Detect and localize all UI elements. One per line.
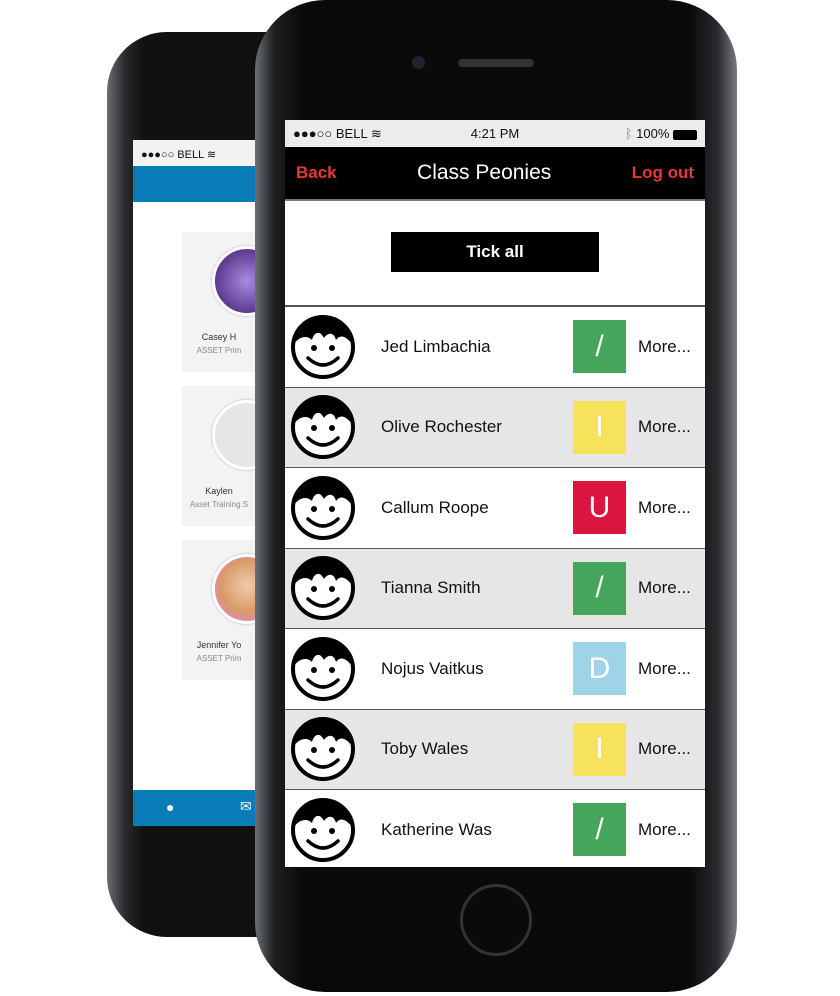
student-name: Olive Rochester (381, 417, 502, 437)
wifi-icon: ≋ (370, 125, 382, 141)
child-face-icon (291, 395, 355, 460)
more-button[interactable]: More... (626, 578, 705, 598)
card-name: Kaylen (205, 486, 233, 496)
more-button[interactable]: More... (626, 337, 705, 357)
child-face-icon (291, 314, 355, 379)
student-row: Olive Rochester I More... (285, 387, 705, 468)
carrier: ●●●○○ BELL (141, 149, 204, 161)
student-list: Jed Limbachia / More... Olive Rochester … (285, 307, 705, 867)
attendance-mark-button[interactable]: D (573, 642, 626, 696)
student-name: Tianna Smith (381, 578, 481, 598)
front-phone-screen: ●●●○○ BELL ≋ 4:21 PM ᛒ 100% Back Class P… (285, 120, 705, 867)
child-face-icon (291, 797, 355, 862)
student-row: Tianna Smith / More... (285, 548, 705, 629)
home-button[interactable] (460, 884, 532, 956)
tick-all-button[interactable]: Tick all (391, 232, 599, 272)
student-row: Callum Roope U More... (285, 468, 705, 549)
child-face-icon (291, 636, 355, 701)
nav-bar: Back Class Peonies Log out (285, 147, 705, 201)
more-button[interactable]: More... (626, 739, 705, 759)
card-name: Casey H (201, 332, 237, 342)
back-tab-bar: ● ✉ (133, 790, 273, 826)
back-button[interactable]: Back (296, 163, 337, 183)
mail-icon[interactable]: ✉ (240, 798, 252, 815)
wifi-icon: ≋ (206, 149, 217, 161)
status-bar: ●●●○○ BELL ≋ 4:21 PM ᛒ 100% (285, 120, 705, 147)
user-icon[interactable]: ● (166, 799, 174, 815)
student-name: Jed Limbachia (381, 336, 491, 356)
more-button[interactable]: More... (626, 417, 705, 437)
more-button[interactable]: More... (626, 659, 705, 679)
back-phone-screen: ●●●○○ BELL ≋ Casey H ASSET Prim Kaylen Ass… (133, 140, 273, 826)
attendance-mark-button[interactable]: / (573, 803, 626, 857)
child-face-icon (291, 717, 355, 782)
battery: ᛒ 100% (625, 126, 697, 141)
bluetooth-icon: ᛒ (624, 126, 633, 141)
speaker (458, 59, 534, 67)
logout-button[interactable]: Log out (632, 163, 694, 183)
back-header-bar (133, 166, 273, 202)
page-title: Class Peonies (417, 161, 552, 184)
card-subtitle: ASSET Prim (196, 346, 242, 355)
card-name: Jennifer Yo (196, 640, 242, 650)
card-subtitle: ASSET Prim (196, 654, 242, 663)
attendance-mark-button[interactable]: U (573, 481, 626, 535)
carrier: ●●●○○ BELL ≋ (293, 125, 382, 141)
camera (412, 56, 425, 69)
student-row: Toby Wales I More... (285, 709, 705, 790)
attendance-mark-button[interactable]: I (573, 400, 626, 454)
attendance-mark-button[interactable]: I (573, 722, 626, 776)
more-button[interactable]: More... (626, 498, 705, 518)
child-face-icon (291, 556, 355, 621)
more-button[interactable]: More... (626, 820, 705, 840)
student-row: Katherine Was / More... (285, 790, 705, 867)
battery-icon (673, 129, 697, 140)
student-name: Katherine Was (381, 819, 492, 839)
card-subtitle: Asset Training S (189, 500, 249, 509)
student-name: Toby Wales (381, 739, 469, 759)
back-status-bar: ●●●○○ BELL ≋ (133, 140, 273, 166)
student-name: Callum Roope (381, 497, 489, 517)
child-face-icon (291, 475, 355, 540)
attendance-mark-button[interactable]: / (573, 320, 626, 374)
student-row: Jed Limbachia / More... (285, 307, 705, 388)
student-name: Nojus Vaitkus (381, 658, 484, 678)
tick-all-area: Tick all (285, 201, 705, 307)
student-row: Nojus Vaitkus D More... (285, 629, 705, 710)
attendance-mark-button[interactable]: / (573, 561, 626, 615)
